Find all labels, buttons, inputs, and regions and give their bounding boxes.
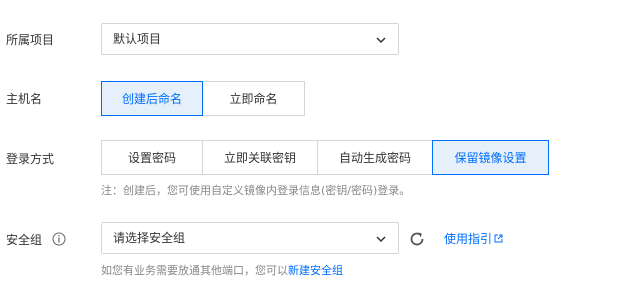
usage-guide-link[interactable]: 使用指引 [444, 231, 503, 247]
login-note: 注：创建后，您可使用自定义镜像内登录信息(密钥/密码)登录。 [101, 184, 411, 197]
hostname-option-name-now[interactable]: 立即命名 [202, 81, 305, 116]
external-link-icon [494, 234, 503, 243]
login-method-options: 设置密码 立即关联密钥 自动生成密码 保留镜像设置 [101, 140, 549, 175]
chevron-down-icon [376, 236, 386, 243]
refresh-icon[interactable] [408, 230, 426, 248]
hostname-options: 创建后命名 立即命名 [101, 81, 305, 116]
security-group-placeholder: 请选择安全组 [113, 231, 186, 245]
security-group-note: 如您有业务需要放通其他端口，您可以新建安全组 [101, 264, 343, 278]
usage-guide-label: 使用指引 [444, 232, 493, 246]
hostname-option-name-after-create[interactable]: 创建后命名 [101, 81, 203, 116]
hostname-label: 主机名 [6, 92, 43, 106]
login-label: 登录方式 [6, 152, 55, 166]
chevron-down-icon [376, 37, 386, 44]
security-group-select[interactable]: 请选择安全组 [101, 222, 399, 254]
login-option-keep-image-settings[interactable]: 保留镜像设置 [432, 140, 549, 175]
login-option-auto-password[interactable]: 自动生成密码 [317, 140, 433, 175]
security-group-note-text: 如您有业务需要放通其他端口，您可以 [101, 264, 288, 277]
login-option-link-key[interactable]: 立即关联密钥 [202, 140, 318, 175]
project-label: 所属项目 [6, 33, 55, 47]
login-option-set-password[interactable]: 设置密码 [101, 140, 203, 175]
security-group-label: 安全组 [6, 233, 43, 247]
project-select-value: 默认项目 [113, 32, 162, 46]
create-security-group-link[interactable]: 新建安全组 [288, 264, 343, 277]
project-select[interactable]: 默认项目 [101, 23, 399, 55]
info-icon[interactable] [52, 232, 66, 246]
